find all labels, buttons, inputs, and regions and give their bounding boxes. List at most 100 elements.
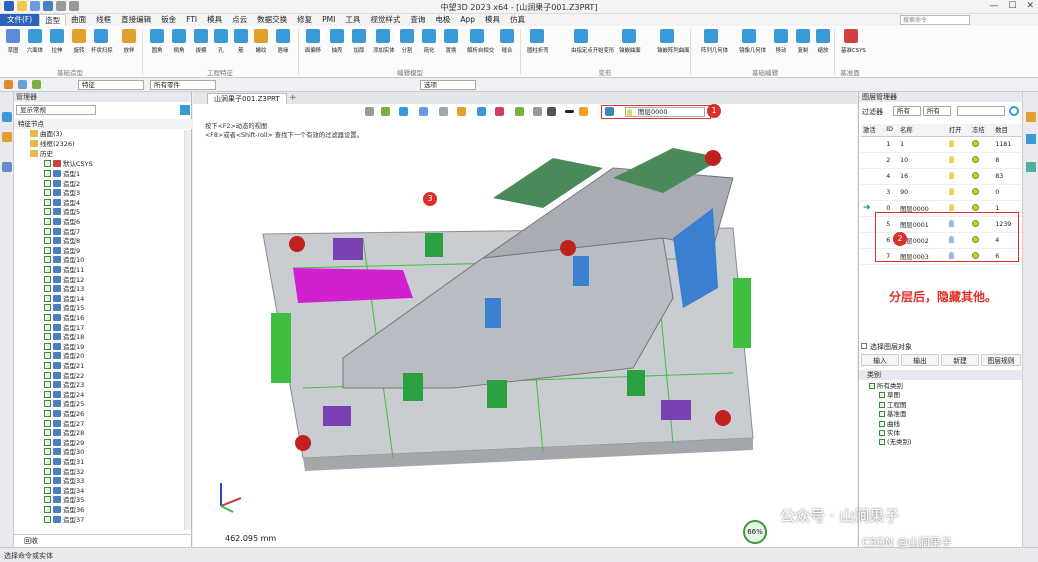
sweep-button[interactable]: 杆状扫掠 bbox=[90, 29, 113, 54]
active-cell[interactable] bbox=[861, 152, 885, 169]
menu-mold[interactable]: 模具 bbox=[202, 14, 227, 26]
layer-combo[interactable]: 图层0000 bbox=[625, 107, 705, 117]
green-side-right[interactable] bbox=[733, 278, 751, 348]
tree-item-feature[interactable]: 造型37 bbox=[44, 515, 84, 526]
tree-item-feature[interactable]: 造型18 bbox=[44, 333, 84, 343]
menu-inquiry[interactable]: 查询 bbox=[405, 14, 430, 26]
green-clamp[interactable] bbox=[487, 380, 507, 408]
assembly-manager-icon[interactable] bbox=[2, 132, 12, 142]
tree-item-feature[interactable]: 造型21 bbox=[44, 362, 84, 372]
checkbox[interactable] bbox=[44, 496, 51, 504]
tree-item-csys[interactable]: 默认CSYS bbox=[44, 160, 93, 170]
maximize-icon[interactable]: ☐ bbox=[1008, 1, 1016, 11]
checkbox[interactable] bbox=[44, 458, 51, 465]
checkbox[interactable] bbox=[44, 314, 51, 321]
checkbox[interactable] bbox=[879, 411, 885, 418]
checkbox[interactable] bbox=[879, 392, 885, 399]
filter-icon[interactable] bbox=[180, 105, 190, 115]
new-layer-button[interactable]: 新建 bbox=[941, 354, 979, 366]
tree-item-feature[interactable]: 造型22 bbox=[44, 371, 84, 382]
layer-search-input[interactable] bbox=[957, 106, 1005, 116]
move-button[interactable]: 移动 bbox=[770, 29, 792, 54]
col-active[interactable]: 激活 bbox=[861, 124, 885, 137]
simplify-button[interactable]: 简化 bbox=[418, 29, 440, 54]
menu-fti[interactable]: FTI bbox=[181, 14, 202, 26]
tree-item-feature[interactable]: 造型33 bbox=[44, 477, 84, 487]
checkbox[interactable] bbox=[44, 275, 51, 283]
red-pin[interactable] bbox=[560, 240, 576, 256]
layer-rules-button[interactable]: 图层规则 bbox=[981, 354, 1021, 366]
open-cell[interactable] bbox=[946, 168, 971, 185]
menu-pmi[interactable]: PMI bbox=[317, 14, 340, 26]
checkbox[interactable] bbox=[44, 256, 51, 264]
category-item[interactable]: 工程图 bbox=[879, 401, 907, 410]
box-button[interactable]: 六面体 bbox=[24, 29, 46, 54]
thread-button[interactable]: 螺纹 bbox=[250, 29, 272, 54]
tree-item-feature[interactable]: 造型10 bbox=[44, 256, 84, 266]
checkbox[interactable] bbox=[44, 333, 51, 341]
pattern-geometry-button[interactable]: 阵列几何体 bbox=[700, 29, 728, 54]
layer-row[interactable]: 4 16 83 bbox=[861, 168, 1022, 185]
draft-button[interactable]: 拔模 bbox=[190, 29, 212, 54]
folder-icon[interactable] bbox=[1026, 112, 1036, 122]
import-button[interactable]: 输入 bbox=[861, 354, 899, 366]
shell-button[interactable]: 抽壳 bbox=[326, 29, 348, 54]
tree-item-feature[interactable]: 造型14 bbox=[44, 294, 84, 305]
freeze-cell[interactable] bbox=[970, 184, 994, 201]
tree-item-feature[interactable]: 造型1 bbox=[44, 170, 80, 180]
checkbox[interactable] bbox=[44, 323, 51, 331]
checkbox[interactable] bbox=[44, 438, 51, 446]
layer-row[interactable]: 1 1 1181 bbox=[861, 136, 1022, 153]
active-cell[interactable] bbox=[861, 184, 885, 201]
select-layer-objects-checkbox[interactable]: 选择图层对象 bbox=[861, 342, 912, 352]
open-cell[interactable] bbox=[946, 152, 971, 169]
checkbox[interactable] bbox=[44, 227, 51, 235]
emboss-array-button[interactable]: 镶嵌阵列曲面 bbox=[656, 29, 690, 54]
menu-repair[interactable]: 修复 bbox=[292, 14, 317, 26]
layer-icon[interactable] bbox=[605, 107, 614, 116]
checkbox[interactable] bbox=[44, 410, 51, 417]
tree-item-surfaces[interactable]: 曲面(3) bbox=[30, 130, 62, 140]
checkbox[interactable] bbox=[44, 160, 51, 167]
menu-file[interactable]: 文件(F) bbox=[0, 14, 40, 26]
category-item[interactable]: 基准面 bbox=[879, 410, 907, 419]
col-freeze[interactable]: 冻结 bbox=[970, 124, 994, 137]
red-pin[interactable] bbox=[295, 435, 311, 451]
cylinder-bend-button[interactable]: 圆柱折弯 bbox=[526, 29, 549, 54]
rib-button[interactable]: 筋 bbox=[230, 29, 252, 54]
layer-row[interactable]: 2 10 8 bbox=[861, 152, 1022, 169]
checkbox[interactable] bbox=[44, 477, 51, 485]
recycle-section[interactable]: 回收 bbox=[14, 534, 192, 546]
checkbox[interactable] bbox=[44, 198, 51, 206]
tree-item-feature[interactable]: 造型15 bbox=[44, 304, 84, 314]
checkbox[interactable] bbox=[879, 401, 885, 408]
purple-pad-3[interactable] bbox=[661, 400, 691, 420]
checkbox[interactable] bbox=[44, 285, 51, 293]
checkbox[interactable] bbox=[44, 208, 51, 216]
render-icon[interactable] bbox=[381, 107, 390, 116]
checkbox[interactable] bbox=[44, 362, 51, 369]
menu-sheetmetal[interactable]: 钣金 bbox=[156, 14, 181, 26]
category-item[interactable]: (无类别) bbox=[879, 438, 912, 447]
checkbox[interactable] bbox=[44, 189, 51, 197]
stitch-button[interactable]: 缝合 bbox=[496, 29, 518, 54]
tree-item-feature[interactable]: 造型35 bbox=[44, 496, 84, 506]
tree-item-feature[interactable]: 造型20 bbox=[44, 352, 84, 362]
red-pin[interactable] bbox=[705, 150, 721, 166]
sketch-button[interactable]: 草图 bbox=[2, 29, 24, 54]
name-cell[interactable]: 10 bbox=[898, 152, 947, 169]
filter-combo-a[interactable]: 所有 bbox=[893, 106, 921, 116]
shade-icon[interactable] bbox=[399, 107, 408, 116]
checkbox[interactable] bbox=[44, 170, 51, 177]
tree-item-feature[interactable]: 造型34 bbox=[44, 486, 84, 497]
view-manager-icon[interactable] bbox=[2, 162, 12, 172]
checkbox[interactable] bbox=[44, 506, 51, 513]
tree-item-feature[interactable]: 造型11 bbox=[44, 266, 84, 276]
tree-item-feature[interactable]: 造型13 bbox=[44, 285, 84, 295]
copy-button[interactable]: 复制 bbox=[792, 29, 814, 54]
tree-item-feature[interactable]: 造型2 bbox=[44, 179, 80, 190]
magenta-block[interactable] bbox=[293, 268, 413, 303]
emboss-face-button[interactable]: 镶嵌曲面 bbox=[618, 29, 641, 54]
checkbox[interactable] bbox=[44, 352, 51, 360]
category-item[interactable]: 草图 bbox=[879, 391, 900, 400]
